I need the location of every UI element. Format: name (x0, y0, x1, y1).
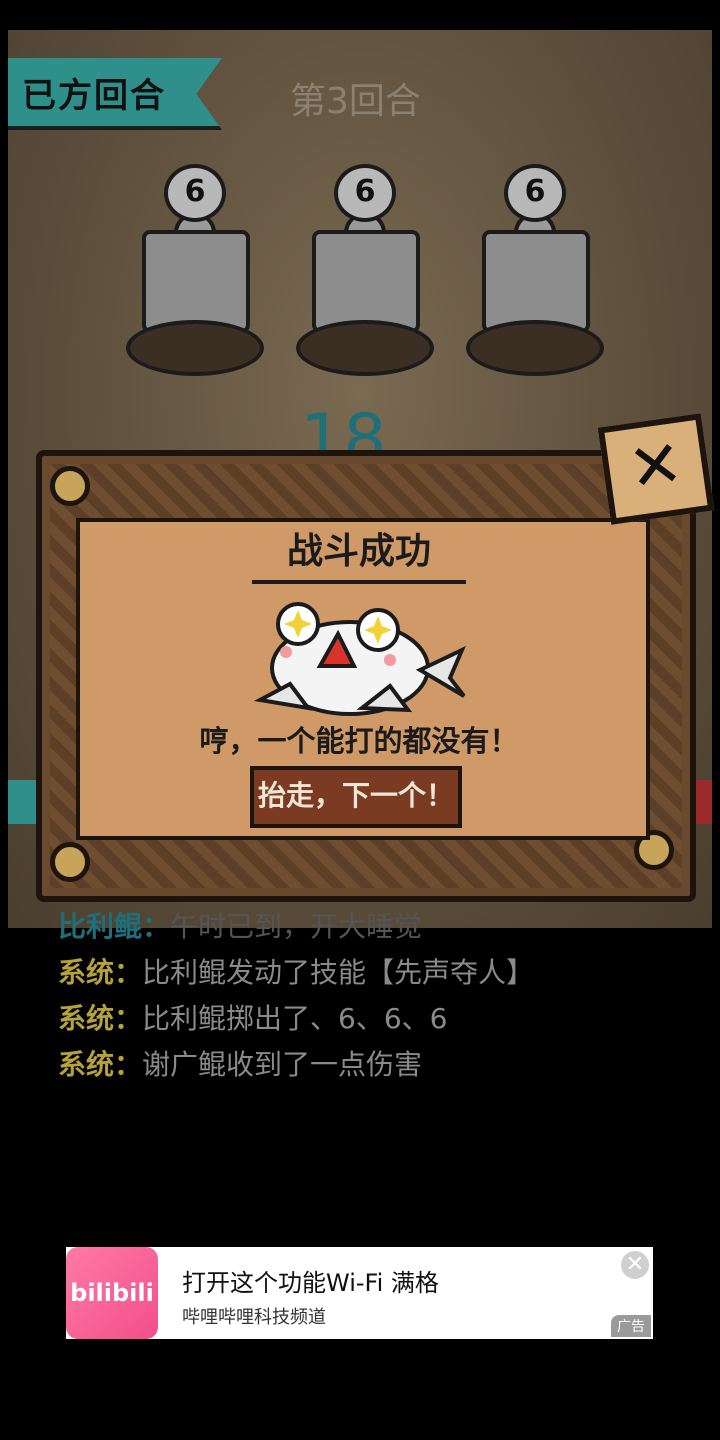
dice-value-bubble: 6 (334, 164, 396, 222)
log-text: 比利鲲发动了技能【先声夺人】 (142, 956, 535, 989)
frame-bolt-icon (50, 466, 90, 506)
frame-bolt-icon (50, 842, 90, 882)
dice-cube-icon (142, 230, 250, 333)
log-entry: 比利鲲：午时已到，开大睡觉 (58, 904, 534, 950)
close-dialog-button[interactable]: ✕ (597, 413, 715, 525)
victory-quote: 哼，一个能打的都没有！ (199, 724, 519, 758)
log-entry: 系统：谢广鲲收到了一点伤害 (58, 1042, 534, 1088)
log-speaker: 系统： (58, 1002, 143, 1035)
dialog-title: 战斗成功 (252, 522, 466, 584)
ad-banner[interactable]: bilibili 打开这个功能Wi-Fi 满格 哔哩哔哩科技频道 ✕ 广告 (66, 1247, 653, 1339)
ad-tag: 广告 (611, 1315, 651, 1337)
ad-close-button[interactable]: ✕ (621, 1251, 649, 1279)
log-entry: 系统：比利鲲发动了技能【先声夺人】 (58, 950, 534, 996)
unit-pedestal (126, 320, 264, 376)
dice-cube-icon (312, 230, 420, 333)
dice-value-bubble: 6 (164, 164, 226, 222)
log-text: 午时已到，开大睡觉 (170, 910, 423, 943)
turn-banner-label: 已方回合 (22, 76, 166, 116)
round-label: 第3回合 (290, 81, 421, 122)
turn-banner: 已方回合 (8, 58, 222, 130)
enemy-unit[interactable]: 6 (462, 160, 612, 390)
log-speaker: 比利鲲： (58, 910, 171, 943)
log-speaker: 系统： (58, 956, 143, 989)
dice-cube-icon (482, 230, 590, 333)
ad-subtitle: 哔哩哔哩科技频道 (182, 1307, 326, 1328)
log-text: 比利鲲掷出了、6、6、6 (142, 1002, 448, 1035)
unit-pedestal (296, 320, 434, 376)
unit-pedestal (466, 320, 604, 376)
log-entry: 系统：比利鲲掷出了、6、6、6 (58, 996, 534, 1042)
ad-title: 打开这个功能Wi-Fi 满格 (182, 1269, 439, 1297)
victory-fish-mascot-icon (253, 602, 466, 716)
log-text: 谢广鲲收到了一点伤害 (142, 1048, 423, 1081)
log-speaker: 系统： (58, 1048, 143, 1081)
battle-log: 比利鲲：午时已到，开大睡觉 系统：比利鲲发动了技能【先声夺人】 系统：比利鲲掷出… (58, 904, 534, 1088)
enemy-unit[interactable]: 6 (292, 160, 442, 390)
next-battle-button[interactable]: 抬走，下一个！ (250, 766, 462, 828)
dice-value-bubble: 6 (504, 164, 566, 222)
bilibili-logo-icon: bilibili (66, 1247, 158, 1339)
enemy-unit[interactable]: 6 (122, 160, 272, 390)
